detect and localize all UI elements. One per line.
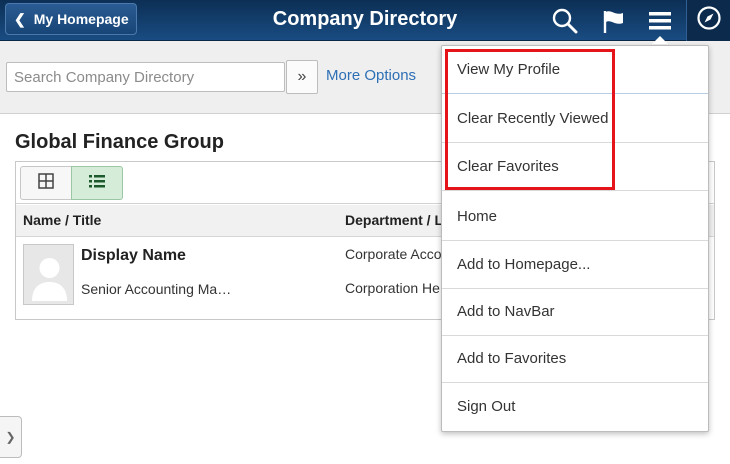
navbar-button[interactable] [686, 0, 730, 41]
menu-pointer [652, 36, 668, 44]
app-header: ❮ My Homepage Company Directory [0, 0, 730, 41]
menu-item-home[interactable]: Home [442, 193, 708, 241]
my-homepage-button[interactable]: ❮ My Homepage [5, 3, 137, 35]
search-go-button[interactable]: » [286, 60, 318, 94]
list-icon [88, 173, 106, 194]
menu-item-clear-favorites[interactable]: Clear Favorites [442, 143, 708, 191]
grid-icon [38, 172, 54, 194]
flag-icon[interactable] [599, 6, 629, 36]
search-icon[interactable] [550, 6, 580, 36]
person-display-name[interactable]: Display Name [81, 247, 186, 265]
menu-item-add-to-homepage[interactable]: Add to Homepage... [442, 241, 708, 289]
menu-item-sign-out[interactable]: Sign Out [442, 382, 708, 430]
page-title: Company Directory [272, 8, 458, 30]
my-homepage-label: My Homepage [33, 11, 129, 27]
list-view-button[interactable] [71, 166, 123, 200]
column-header-department[interactable]: Department / L [345, 212, 443, 228]
grid-view-button[interactable] [20, 166, 72, 200]
menu-item-add-to-navbar[interactable]: Add to NavBar [442, 288, 708, 336]
column-header-name[interactable]: Name / Title [23, 212, 101, 228]
group-title: Global Finance Group [15, 131, 224, 153]
menu-item-clear-recently-viewed[interactable]: Clear Recently Viewed [442, 95, 708, 143]
actions-menu: View My Profile Clear Recently Viewed Cl… [441, 45, 709, 432]
hamburger-menu-icon[interactable] [645, 6, 675, 36]
more-options-link[interactable]: More Options [326, 67, 416, 84]
menu-item-add-to-favorites[interactable]: Add to Favorites [442, 335, 708, 383]
search-input[interactable]: Search Company Directory [6, 62, 285, 92]
person-department: Corporate Acco [345, 246, 442, 262]
navbar-compass-icon [696, 5, 722, 36]
chevron-left-icon: ❮ [14, 10, 26, 27]
person-location: Corporation He [345, 280, 440, 296]
avatar [23, 244, 74, 305]
menu-item-view-my-profile[interactable]: View My Profile [442, 46, 708, 94]
person-job-title: Senior Accounting Ma… [81, 281, 232, 297]
side-panel-toggle[interactable]: ❯ [0, 416, 22, 458]
chevron-right-icon: ❯ [5, 430, 16, 444]
